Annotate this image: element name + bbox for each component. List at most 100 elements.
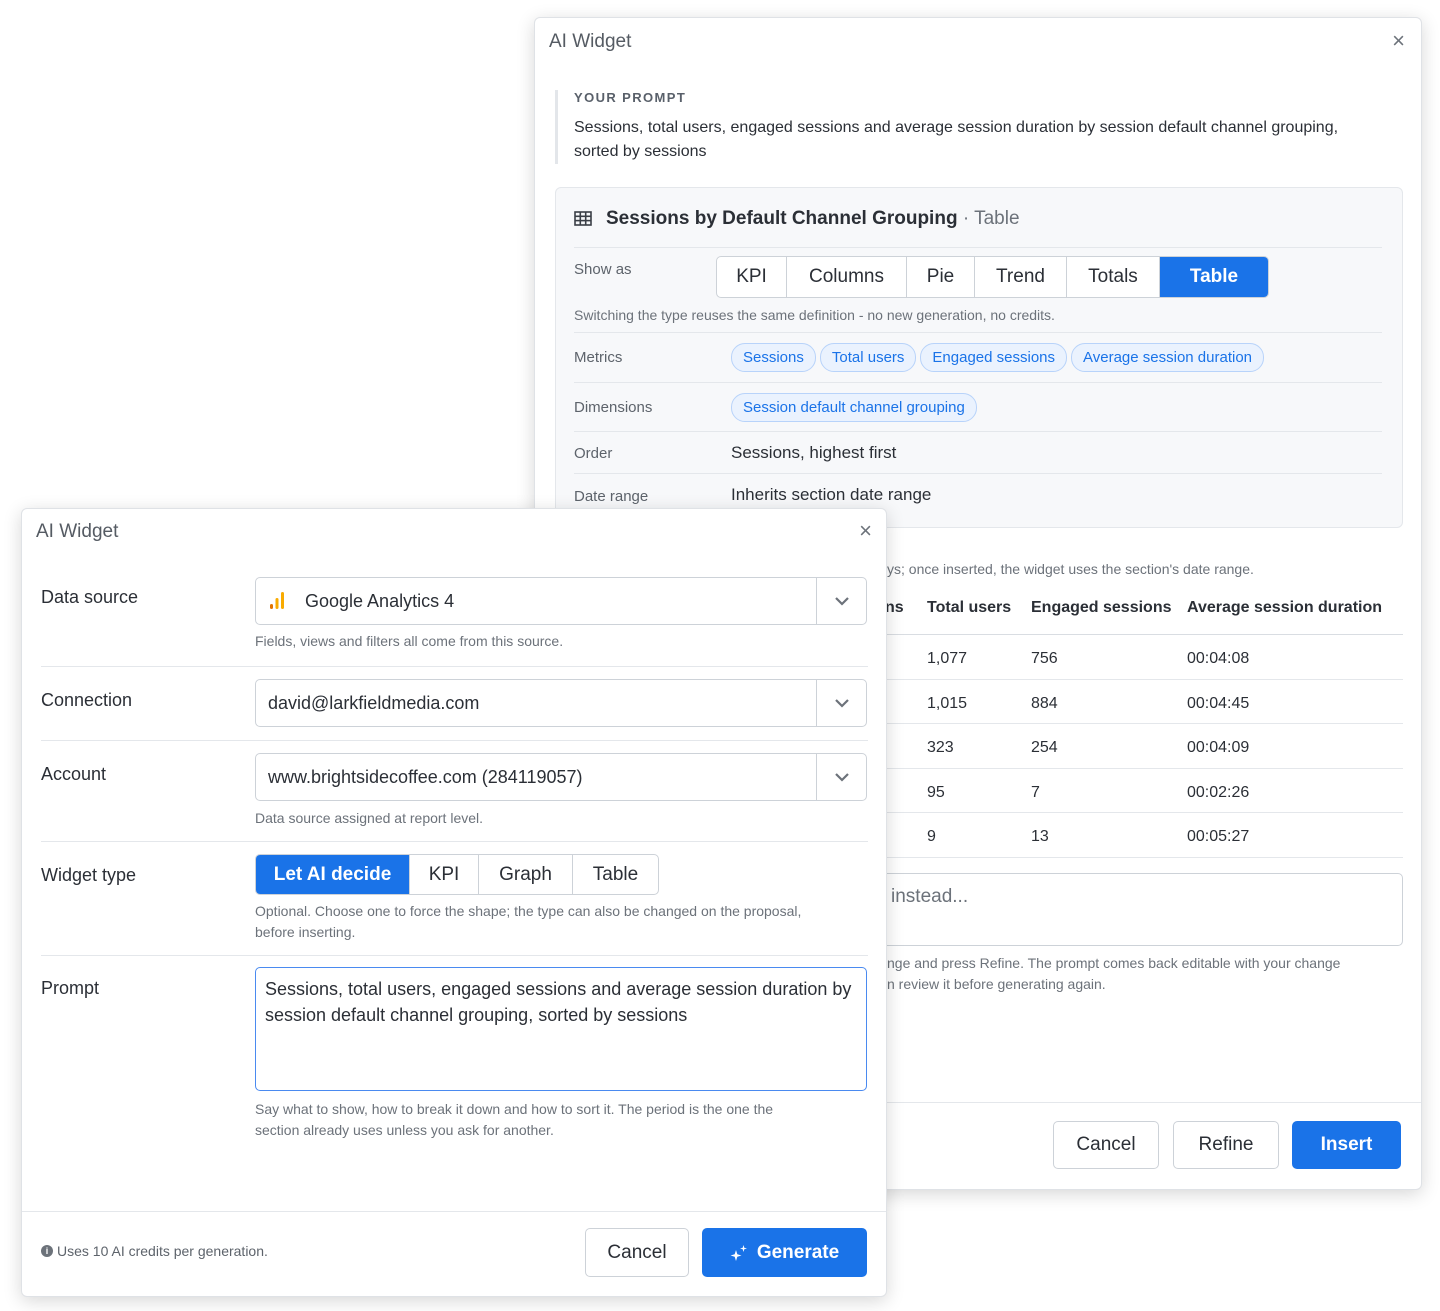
cell-total-users: 95 bbox=[927, 783, 945, 801]
show-as-segmented-control: KPI Columns Pie Trend Totals Table bbox=[716, 256, 1269, 298]
table-row: 9 13 00:05:27 bbox=[885, 813, 1403, 858]
divider bbox=[41, 666, 868, 667]
table-row: 323 254 00:04:09 bbox=[885, 724, 1403, 769]
cell-total-users: 1,015 bbox=[927, 694, 968, 712]
divider bbox=[41, 955, 868, 956]
widget-type-kpi[interactable]: KPI bbox=[410, 855, 479, 894]
cell-engaged-sessions: 756 bbox=[1031, 650, 1058, 667]
dialog-title: AI Widget bbox=[549, 31, 632, 52]
account-label: Account bbox=[41, 764, 107, 784]
metric-chip: Engaged sessions bbox=[920, 343, 1068, 372]
order-label: Order bbox=[574, 445, 613, 462]
show-as-hint: Switching the type reuses the same defin… bbox=[574, 307, 1055, 323]
metrics-row: Metrics Sessions Total users Engaged ses… bbox=[574, 332, 1382, 382]
cell-total-users: 323 bbox=[927, 739, 954, 757]
refine-button[interactable]: Refine bbox=[1173, 1121, 1279, 1169]
show-as-pie[interactable]: Pie bbox=[907, 257, 975, 297]
dialog-title: AI Widget bbox=[36, 521, 119, 542]
connection-label: Connection bbox=[41, 690, 133, 710]
table-row: 1,077 756 00:04:08 bbox=[885, 635, 1403, 680]
widget-type-table[interactable]: Table bbox=[573, 855, 658, 894]
refine-hint: nge and press Refine. The prompt comes b… bbox=[887, 953, 1340, 995]
google-analytics-icon bbox=[269, 592, 285, 615]
prompt-caption: YOUR PROMPT bbox=[574, 90, 687, 105]
prompt-recap-text: Sessions, total users, engaged sessions … bbox=[574, 119, 1339, 160]
generate-button[interactable]: Generate bbox=[702, 1228, 867, 1277]
chevron-down-icon[interactable] bbox=[816, 578, 866, 624]
cell-avg-duration: 00:04:08 bbox=[1187, 650, 1250, 667]
show-as-kpi[interactable]: KPI bbox=[717, 257, 787, 297]
cell-total-users: 9 bbox=[927, 828, 936, 846]
data-source-hint: Fields, views and filters all come from … bbox=[255, 633, 564, 649]
metric-chip: Sessions bbox=[731, 343, 816, 372]
divider bbox=[41, 841, 868, 842]
show-as-row: Show as KPI Columns Pie Trend Totals Tab… bbox=[574, 247, 1382, 332]
metric-chip: Average session duration bbox=[1071, 343, 1265, 372]
proposal-type: · Table bbox=[962, 208, 1020, 229]
dimension-chip: Session default channel grouping bbox=[731, 393, 977, 422]
widget-type-graph[interactable]: Graph bbox=[479, 855, 573, 894]
credits-note: i Uses 10 AI credits per generation. bbox=[41, 1243, 268, 1259]
show-as-table[interactable]: Table bbox=[1160, 257, 1268, 297]
cancel-button[interactable]: Cancel bbox=[585, 1228, 689, 1277]
show-as-trend[interactable]: Trend bbox=[975, 257, 1067, 297]
widget-type-hint-line: before inserting. bbox=[255, 924, 356, 940]
cancel-button[interactable]: Cancel bbox=[1053, 1121, 1159, 1169]
cell-avg-duration: 00:05:27 bbox=[1187, 828, 1250, 846]
cell-avg-duration: 00:04:45 bbox=[1187, 694, 1250, 712]
insert-button[interactable]: Insert bbox=[1292, 1121, 1401, 1169]
preview-note: ys; once inserted, the widget uses the s… bbox=[887, 561, 1254, 577]
prompt-label: Prompt bbox=[41, 978, 100, 998]
proposal-header: Sessions by Default Channel Grouping · T… bbox=[574, 208, 1020, 232]
chevron-down-icon[interactable] bbox=[816, 754, 866, 800]
close-icon[interactable]: × bbox=[859, 520, 872, 542]
widget-type-hint-line: Optional. Choose one to force the shape;… bbox=[255, 903, 802, 919]
order-value: Sessions, highest first bbox=[731, 443, 897, 462]
table-row: 95 7 00:02:26 bbox=[885, 769, 1403, 814]
account-select[interactable]: www.brightsidecoffee.com (284119057) bbox=[255, 753, 867, 801]
account-hint: Data source assigned at report level. bbox=[255, 810, 484, 826]
widget-type-segmented-control: Let AI decide KPI Graph Table bbox=[255, 854, 659, 895]
data-source-select[interactable]: Google Analytics 4 bbox=[255, 577, 867, 625]
chevron-down-icon[interactable] bbox=[816, 680, 866, 726]
refine-input[interactable]: instead... bbox=[835, 873, 1403, 946]
prompt-recap: YOUR PROMPT Sessions, total users, engag… bbox=[555, 90, 1385, 164]
dimensions-label: Dimensions bbox=[574, 399, 653, 416]
order-row: Order Sessions, highest first bbox=[574, 431, 1382, 473]
divider bbox=[41, 740, 868, 741]
prompt-hint-line: Say what to show, how to break it down a… bbox=[255, 1101, 774, 1117]
cell-engaged-sessions: 7 bbox=[1031, 783, 1040, 801]
metrics-chips: Sessions Total users Engaged sessions Av… bbox=[731, 343, 1268, 372]
generate-label: Generate bbox=[756, 1241, 840, 1263]
metric-chip: Total users bbox=[819, 343, 917, 372]
column-header: Average session duration bbox=[1187, 599, 1383, 616]
connection-select[interactable]: david@larkfieldmedia.com bbox=[255, 679, 867, 727]
widget-type-hint: Optional. Choose one to force the shape;… bbox=[255, 901, 801, 943]
prompt-hint-line: section already uses unless you ask for … bbox=[255, 1122, 554, 1138]
cell-total-users: 1,077 bbox=[927, 650, 968, 667]
show-as-totals[interactable]: Totals bbox=[1067, 257, 1160, 297]
table-grid-icon bbox=[574, 210, 592, 232]
dimensions-row: Dimensions Session default channel group… bbox=[574, 382, 1382, 431]
data-source-label: Data source bbox=[41, 587, 139, 607]
refine-hint-line: n review it before generating again. bbox=[887, 976, 1106, 992]
sparkle-icon bbox=[730, 1244, 748, 1262]
refine-hint-line: nge and press Refine. The prompt comes b… bbox=[887, 955, 1341, 971]
close-icon[interactable]: × bbox=[1392, 30, 1405, 52]
date-range-value: Inherits section date range bbox=[731, 485, 932, 504]
show-as-label: Show as bbox=[574, 261, 632, 278]
prompt-hint: Say what to show, how to break it down a… bbox=[255, 1099, 773, 1141]
widget-type-let-ai-decide[interactable]: Let AI decide bbox=[256, 855, 410, 894]
footer-divider bbox=[22, 1211, 886, 1212]
cell-engaged-sessions: 13 bbox=[1031, 828, 1049, 846]
proposal-title: Sessions by Default Channel Grouping bbox=[606, 208, 958, 229]
cell-avg-duration: 00:02:26 bbox=[1187, 783, 1250, 801]
date-range-label: Date range bbox=[574, 488, 649, 505]
preview-table: ns Total users Engaged sessions Average … bbox=[885, 593, 1403, 858]
cell-engaged-sessions: 254 bbox=[1031, 739, 1058, 757]
show-as-columns[interactable]: Columns bbox=[787, 257, 907, 297]
prompt-textarea[interactable]: Sessions, total users, engaged sessions … bbox=[255, 967, 867, 1091]
table-row: 1,015 884 00:04:45 bbox=[885, 680, 1403, 725]
cell-engaged-sessions: 884 bbox=[1031, 694, 1058, 712]
generate-dialog: AI Widget × Data source Google Analytics… bbox=[21, 508, 887, 1297]
